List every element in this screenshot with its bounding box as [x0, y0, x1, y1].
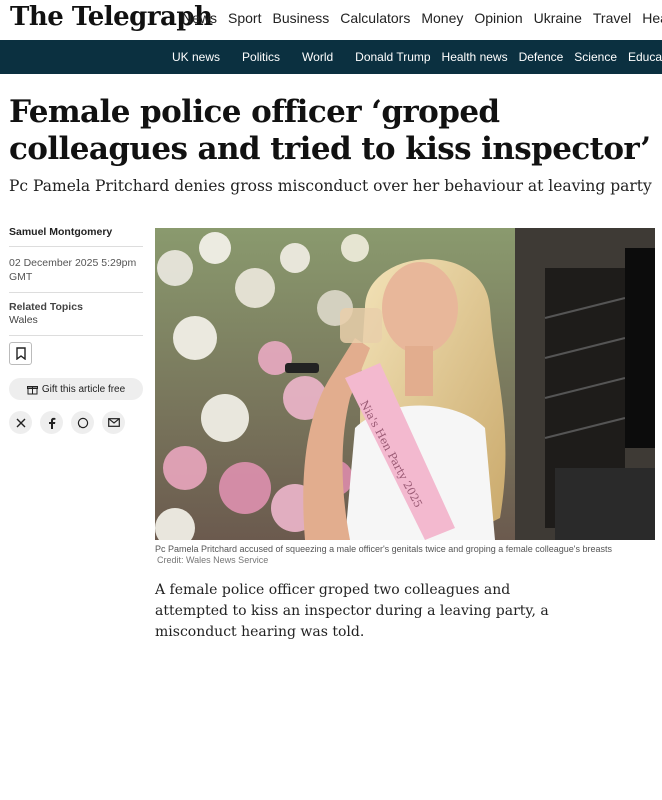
whatsapp-icon	[77, 417, 88, 428]
nav-calculators[interactable]: Calculators	[340, 10, 410, 26]
main-nav: News Sport Business Calculators Money Op…	[182, 10, 662, 26]
top-bar: The Telegraph News Sport Business Calcul…	[0, 0, 662, 38]
article-photo[interactable]: Nia's Hen Party 2025	[155, 228, 655, 540]
share-buttons	[9, 411, 143, 434]
nav-news[interactable]: News	[182, 10, 217, 26]
related-topic-wales[interactable]: Wales	[9, 314, 143, 327]
subnav-health-news[interactable]: Health news	[442, 50, 508, 64]
publish-date: 02 December 2025 5:29pm GMT	[9, 256, 143, 293]
photo-caption: Pc Pamela Pritchard accused of squeezing…	[155, 544, 660, 566]
subnav-defence[interactable]: Defence	[519, 50, 564, 64]
nav-ukraine[interactable]: Ukraine	[534, 10, 582, 26]
x-icon	[16, 418, 25, 427]
photo-credit: Credit: Wales News Service	[157, 555, 269, 565]
nav-health[interactable]: Health	[642, 10, 662, 26]
share-email-button[interactable]	[102, 411, 125, 434]
photo-illustration: Nia's Hen Party 2025	[155, 228, 655, 540]
subnav-science[interactable]: Science	[574, 50, 617, 64]
author-name[interactable]: Samuel Montgomery	[9, 226, 143, 247]
subnav-politics[interactable]: Politics	[242, 50, 280, 64]
subnav-education[interactable]: Education	[628, 50, 662, 64]
share-whatsapp-button[interactable]	[71, 411, 94, 434]
subnav-uk-news[interactable]: UK news	[172, 50, 220, 64]
nav-business[interactable]: Business	[272, 10, 329, 26]
gift-article-button[interactable]: Gift this article free	[9, 378, 143, 400]
related-topics-label: Related Topics	[9, 301, 83, 313]
article-sidebar: Samuel Montgomery 02 December 2025 5:29p…	[9, 226, 143, 434]
sub-nav: UK news Politics World Donald Trump Heal…	[0, 40, 662, 74]
facebook-icon	[48, 417, 55, 429]
bookmark-button[interactable]	[9, 342, 32, 365]
nav-sport[interactable]: Sport	[228, 10, 261, 26]
bookmark-icon	[15, 347, 26, 360]
article-headline: Female police officer ‘groped colleagues…	[9, 94, 651, 167]
related-topics: Related Topics Wales	[9, 301, 143, 336]
caption-text: Pc Pamela Pritchard accused of squeezing…	[155, 544, 613, 554]
share-x-button[interactable]	[9, 411, 32, 434]
article-body: A female police officer groped two colle…	[155, 582, 549, 640]
nav-opinion[interactable]: Opinion	[474, 10, 522, 26]
subnav-donald-trump[interactable]: Donald Trump	[355, 50, 430, 64]
share-facebook-button[interactable]	[40, 411, 63, 434]
subnav-world[interactable]: World	[302, 50, 333, 64]
nav-travel[interactable]: Travel	[593, 10, 631, 26]
gift-icon	[26, 385, 38, 394]
nav-money[interactable]: Money	[421, 10, 463, 26]
email-icon	[107, 418, 120, 427]
article-standfirst: Pc Pamela Pritchard denies gross miscond…	[9, 177, 652, 195]
gift-label: Gift this article free	[41, 383, 126, 395]
